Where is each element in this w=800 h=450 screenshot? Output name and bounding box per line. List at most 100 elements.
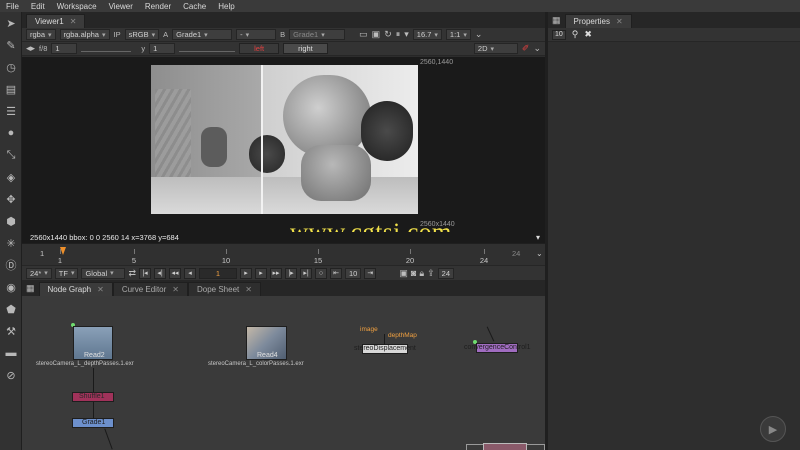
go-to-end-button[interactable]: ▸| <box>300 267 313 279</box>
menu-viewer[interactable]: Viewer <box>103 2 139 11</box>
tab-properties[interactable]: Properties ✕ <box>564 14 632 28</box>
menu-cache[interactable]: Cache <box>177 2 212 11</box>
clip-icon[interactable]: ▣ <box>372 29 381 40</box>
loop-icon[interactable]: ⇄ <box>128 268 136 279</box>
move-icon[interactable]: ✥ <box>0 188 22 210</box>
range-scope-dropdown[interactable]: Global <box>81 267 126 279</box>
expand-icon[interactable]: ⌄ <box>475 29 483 40</box>
alpha-dropdown[interactable]: rgba.alpha <box>59 29 110 40</box>
pause-icon[interactable]: ⏸ <box>396 29 401 40</box>
tab-viewer1[interactable]: Viewer1 ✕ <box>26 14 86 28</box>
paint-icon[interactable]: ✎ <box>0 34 22 56</box>
prev-increment-button[interactable]: ◂◂ <box>169 267 182 279</box>
flipbook-icon[interactable]: ▣ <box>399 268 408 279</box>
roi-icon[interactable]: ▭ <box>359 29 368 40</box>
gamma-slider[interactable] <box>179 46 236 52</box>
operation-dropdown[interactable]: - <box>236 29 277 40</box>
end-frame-field[interactable]: 24 <box>437 267 454 279</box>
meta-icon[interactable]: ⬟ <box>0 298 22 320</box>
cube-icon[interactable]: ⬢ <box>0 210 22 232</box>
close-icon[interactable]: ✕ <box>172 285 179 294</box>
tab-curve-editor[interactable]: Curve Editor ✕ <box>112 282 188 296</box>
lock-panel-icon[interactable]: ⚲ <box>572 29 579 40</box>
gamma-field[interactable]: 1 <box>149 43 176 54</box>
viewer-viewport[interactable]: 2560,1440 2560x1440 www.cgtsj.com <box>22 57 545 246</box>
right-view-button[interactable]: right <box>283 43 328 54</box>
gain-slider[interactable] <box>81 46 132 52</box>
gain-field[interactable]: 1 <box>51 43 78 54</box>
layers-icon[interactable]: ☰ <box>0 100 22 122</box>
gain-arrows-icon[interactable]: ◂▸ <box>26 43 35 54</box>
deep-icon[interactable]: Ⓓ <box>0 254 22 276</box>
menu-edit[interactable]: Edit <box>25 2 51 11</box>
close-icon[interactable]: ✕ <box>97 285 104 294</box>
next-frame-button[interactable]: ▸ <box>255 267 268 279</box>
step-field[interactable]: 10 <box>345 267 362 279</box>
view-mode-dropdown[interactable]: 2D <box>473 43 518 54</box>
zoom-dropdown[interactable]: 16.7 <box>412 29 442 40</box>
tab-dope-sheet[interactable]: Dope Sheet ✕ <box>187 282 261 296</box>
fps-dropdown[interactable]: 24* <box>26 267 52 279</box>
colorspace-dropdown[interactable]: sRGB <box>124 29 160 40</box>
refresh-icon[interactable]: ↻ <box>384 29 392 40</box>
read4-label: Read4 <box>257 352 278 359</box>
particle-icon[interactable]: ✳ <box>0 232 22 254</box>
menu-file[interactable]: File <box>0 2 25 11</box>
timeline-expand-icon[interactable]: ⌄ <box>536 249 543 258</box>
tick-label: 20 <box>405 256 415 265</box>
step-back-icon[interactable]: ⇤ <box>330 267 343 279</box>
view-icon[interactable]: ◉ <box>0 276 22 298</box>
channel-icon[interactable]: ▤ <box>0 78 22 100</box>
sphere-icon[interactable]: ● <box>0 122 22 144</box>
clock-icon[interactable]: ◷ <box>0 56 22 78</box>
timecode-mode-dropdown[interactable]: TF <box>54 267 79 279</box>
lock-icon[interactable]: 🔒︎ <box>419 268 424 279</box>
close-icon[interactable]: ✕ <box>70 17 77 26</box>
close-icon[interactable]: ✕ <box>245 285 252 294</box>
next-keyframe-button[interactable]: |▸ <box>285 267 298 279</box>
channels-dropdown[interactable]: rgba <box>26 29 56 40</box>
play-button[interactable]: ▸ <box>240 267 253 279</box>
record-icon[interactable]: ◙ <box>411 268 416 278</box>
timeline[interactable]: 1 1 5 10 15 20 24 24 ⌄ <box>22 243 545 265</box>
panel-menu-icon[interactable]: ▦ <box>552 15 561 26</box>
expand-icon-2[interactable]: ⌄ <box>533 43 541 54</box>
node-graph-minimap[interactable] <box>466 443 545 450</box>
step-forward-icon[interactable]: ⇥ <box>364 267 377 279</box>
pointer-icon[interactable]: ➤ <box>0 12 22 34</box>
input-b-dropdown[interactable]: Grade1 <box>289 29 346 40</box>
stack-icon[interactable]: ◈ <box>0 166 22 188</box>
stop-button[interactable]: ○ <box>315 267 328 279</box>
menu-help[interactable]: Help <box>212 2 240 11</box>
go-to-start-button[interactable]: |◂ <box>139 267 152 279</box>
left-view-button[interactable]: left <box>239 43 280 54</box>
tab-node-graph[interactable]: Node Graph ✕ <box>38 282 113 296</box>
other-icon[interactable]: ⊘ <box>0 364 22 386</box>
max-panels-field[interactable]: 10 <box>552 29 566 40</box>
menu-render[interactable]: Render <box>139 2 177 11</box>
format-corner-top: 2560,1440 <box>420 59 454 66</box>
dropdown-icon[interactable]: ▾ <box>404 29 409 40</box>
clear-panels-icon[interactable]: ✖ <box>584 29 592 40</box>
toolsets-icon[interactable]: ▬ <box>0 342 22 364</box>
node-graph-canvas[interactable]: Read2 stereoCamera_L_depthPasses.1.exr S… <box>22 296 545 450</box>
input-a-dropdown[interactable]: Grade1 <box>172 29 233 40</box>
wipe-line[interactable] <box>261 65 263 214</box>
panel-menu-icon[interactable]: ▦ <box>26 283 35 294</box>
close-icon[interactable]: ✕ <box>616 17 623 26</box>
info-dropdown-icon[interactable]: ▾ <box>536 233 540 242</box>
timeline-track[interactable]: 1 5 10 15 20 24 <box>58 247 504 265</box>
wire <box>384 334 385 344</box>
current-frame-field[interactable]: 1 <box>199 267 238 279</box>
paint-stroke-icon[interactable]: ✐ <box>522 43 530 54</box>
prev-frame-button[interactable]: ◂ <box>184 267 197 279</box>
menu-workspace[interactable]: Workspace <box>51 2 103 11</box>
video-play-icon[interactable]: ▶ <box>760 416 786 442</box>
ratio-dropdown[interactable]: 1:1 <box>445 29 471 40</box>
prev-keyframe-button[interactable]: ◂| <box>154 267 167 279</box>
tools-icon[interactable]: ⚒ <box>0 320 22 342</box>
tab-label: Curve Editor <box>121 285 167 294</box>
next-increment-button[interactable]: ▸▸ <box>270 267 283 279</box>
export-icon[interactable]: ⇪ <box>427 268 435 279</box>
transform-icon[interactable]: ⤡ <box>0 144 22 166</box>
